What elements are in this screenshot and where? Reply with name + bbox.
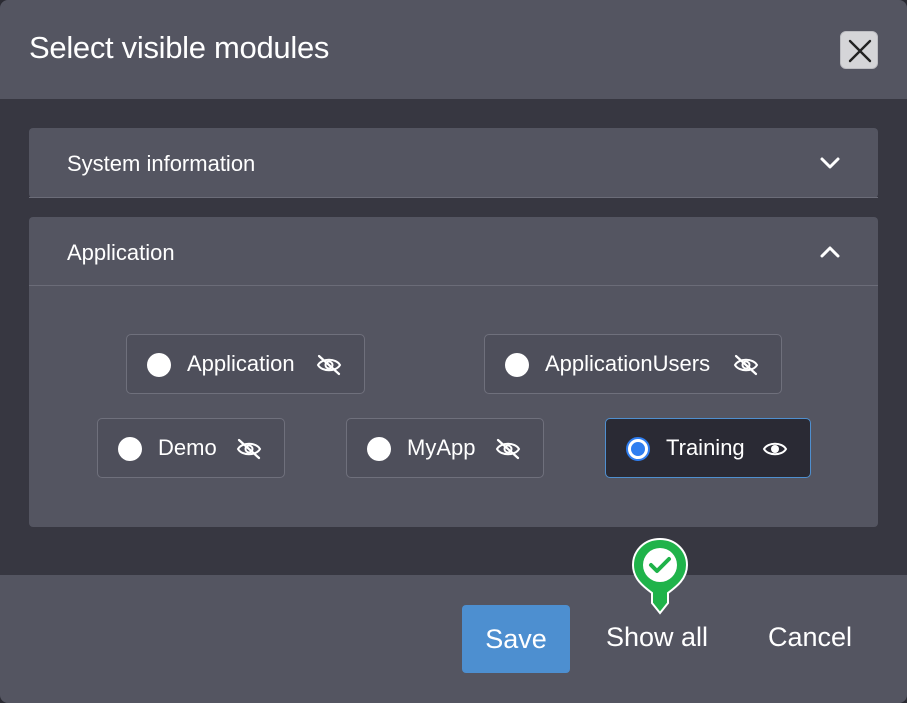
divider [29,285,878,286]
eye-off-icon[interactable] [235,437,263,461]
module-training[interactable]: Training [605,418,811,478]
module-label: Demo [158,435,217,460]
show-all-button[interactable]: Show all [606,622,708,653]
module-application[interactable]: Application [126,334,365,394]
section-title: Application [67,240,175,265]
eye-icon[interactable] [761,437,789,461]
save-button[interactable]: Save [462,605,570,673]
eye-off-icon[interactable] [315,353,343,377]
eye-off-icon[interactable] [732,353,760,377]
dialog-title: Select visible modules [29,30,330,65]
module-label: MyApp [407,435,476,460]
module-label: ApplicationUsers [545,351,711,376]
radio-button[interactable] [367,437,391,461]
close-button[interactable] [840,31,878,69]
module-demo[interactable]: Demo [97,418,285,478]
dialog-footer: Save Show all Cancel [0,575,907,703]
close-icon [848,39,872,63]
radio-button-selected[interactable] [626,437,650,461]
dialog-header: Select visible modules [0,0,907,99]
radio-button[interactable] [505,353,529,377]
check-marker-icon [631,537,689,615]
module-label: Training [666,435,745,460]
module-applicationusers[interactable]: ApplicationUsers [484,334,782,394]
section-system-information[interactable]: System information [29,128,878,198]
chevron-down-icon[interactable] [819,156,841,170]
chevron-up-icon[interactable] [819,245,841,259]
section-application: Application Application ApplicationUsers [29,217,878,527]
module-myapp[interactable]: MyApp [346,418,544,478]
module-label: Application [187,351,295,376]
eye-off-icon[interactable] [494,437,522,461]
divider [29,197,878,198]
cancel-button[interactable]: Cancel [768,622,852,653]
radio-button[interactable] [118,437,142,461]
radio-button[interactable] [147,353,171,377]
section-title: System information [67,151,256,176]
select-modules-dialog: Select visible modules System informatio… [0,0,907,703]
